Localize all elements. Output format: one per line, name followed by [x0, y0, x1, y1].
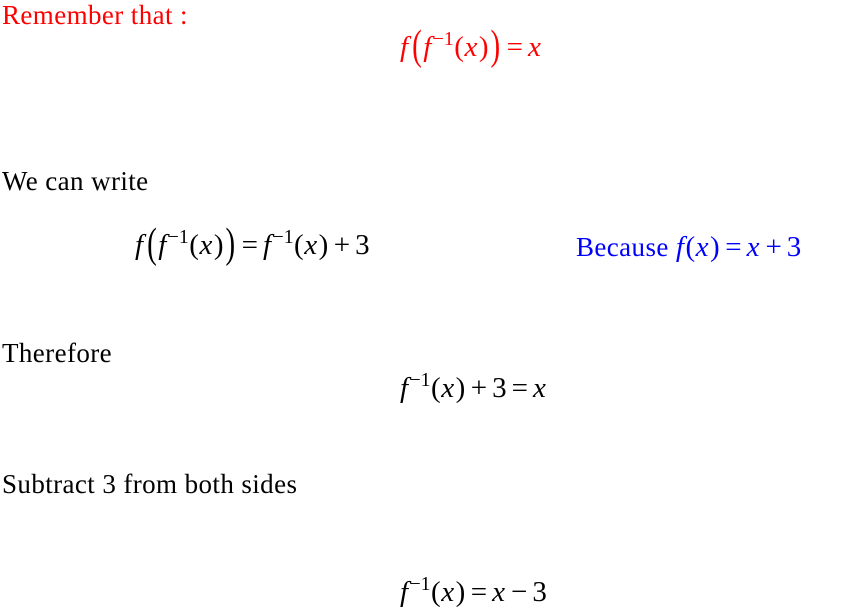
math-equals: = — [470, 576, 488, 608]
math-f: f — [400, 576, 409, 608]
math-plus: + — [470, 372, 488, 404]
math-final: f−1(x) = x −3 — [400, 574, 547, 608]
math-rhs-exponent: −1 — [272, 226, 294, 249]
because-label: Because — [576, 232, 669, 262]
math-equals: = — [506, 31, 524, 63]
math-three: 3 — [532, 576, 547, 608]
math-close-paren: ) — [490, 22, 501, 70]
math-because: f(x) = x +3 — [676, 233, 801, 262]
math-rhs-close-paren: ) — [318, 229, 329, 261]
math-rhs-x: x — [492, 576, 505, 608]
math-rhs-x: x — [528, 31, 541, 63]
math-three: 3 — [786, 231, 802, 263]
math-f: f — [135, 229, 144, 261]
equation-therefore: f−1(x) +3 = x — [400, 370, 547, 404]
because-annotation: Because f(x) = x +3 — [576, 233, 801, 262]
math-close-paren: ) — [710, 231, 720, 263]
math-minus: − — [510, 576, 528, 608]
math-rhs-variable-x: x — [304, 229, 318, 261]
math-three: 3 — [492, 372, 507, 404]
remember-heading: Remember that : — [2, 0, 188, 30]
math-open-paren: ( — [431, 372, 441, 404]
math-rhs-x: x — [532, 372, 546, 404]
math-f: f — [400, 372, 409, 404]
math-plus: + — [765, 231, 782, 263]
math-close-paren-inner: ) — [213, 229, 224, 261]
math-variable-x: x — [441, 576, 455, 608]
worksheet-page: Remember that : f (f−1(x)) = x We can write… — [0, 0, 861, 616]
math-variable-x: x — [695, 231, 709, 263]
math-open-paren: ( — [685, 231, 696, 263]
math-close-paren: ) — [455, 372, 466, 404]
math-substitute: f (f−1(x)) = f−1(x) +3 — [135, 223, 370, 265]
math-open-paren-inner: ( — [454, 31, 464, 63]
math-rhs-x: x — [746, 231, 760, 263]
equation-substitute: f (f−1(x)) = f−1(x) +3 — [135, 223, 370, 265]
math-variable-x: x — [441, 372, 455, 404]
math-identity: f (f−1(x)) = x — [400, 25, 542, 67]
math-therefore: f−1(x) +3 = x — [400, 370, 547, 404]
math-inner-f: f — [158, 229, 167, 261]
math-rhs-f: f — [263, 229, 272, 261]
math-open-paren-inner: ( — [189, 229, 199, 261]
math-exponent: −1 — [167, 226, 189, 249]
math-inner-f: f — [423, 31, 432, 63]
we-can-write-label: We can write — [2, 166, 149, 196]
equation-identity: f (f−1(x)) = x — [400, 25, 542, 67]
math-equals: = — [241, 229, 259, 261]
math-f: f — [675, 231, 684, 263]
math-close-paren: ) — [455, 576, 466, 608]
math-three: 3 — [355, 229, 370, 261]
math-plus: + — [333, 229, 351, 261]
math-open-paren: ( — [431, 576, 441, 608]
math-open-paren: ( — [147, 220, 157, 268]
equation-final: f−1(x) = x −3 — [400, 574, 547, 608]
therefore-label: Therefore — [2, 338, 113, 368]
math-close-paren-inner: ) — [478, 31, 489, 63]
subtract-instruction: Subtract 3 from both sides — [2, 469, 298, 499]
math-open-paren: ( — [412, 22, 422, 70]
math-exponent: −1 — [432, 28, 454, 51]
math-f: f — [400, 31, 409, 63]
math-close-paren: ) — [225, 220, 236, 268]
math-equals: = — [511, 372, 528, 404]
math-rhs-open-paren: ( — [294, 229, 304, 261]
math-variable-x: x — [199, 229, 213, 261]
math-exponent: −1 — [409, 573, 431, 596]
math-equals: = — [725, 231, 742, 263]
math-exponent: −1 — [409, 369, 431, 392]
math-variable-x: x — [464, 31, 478, 63]
